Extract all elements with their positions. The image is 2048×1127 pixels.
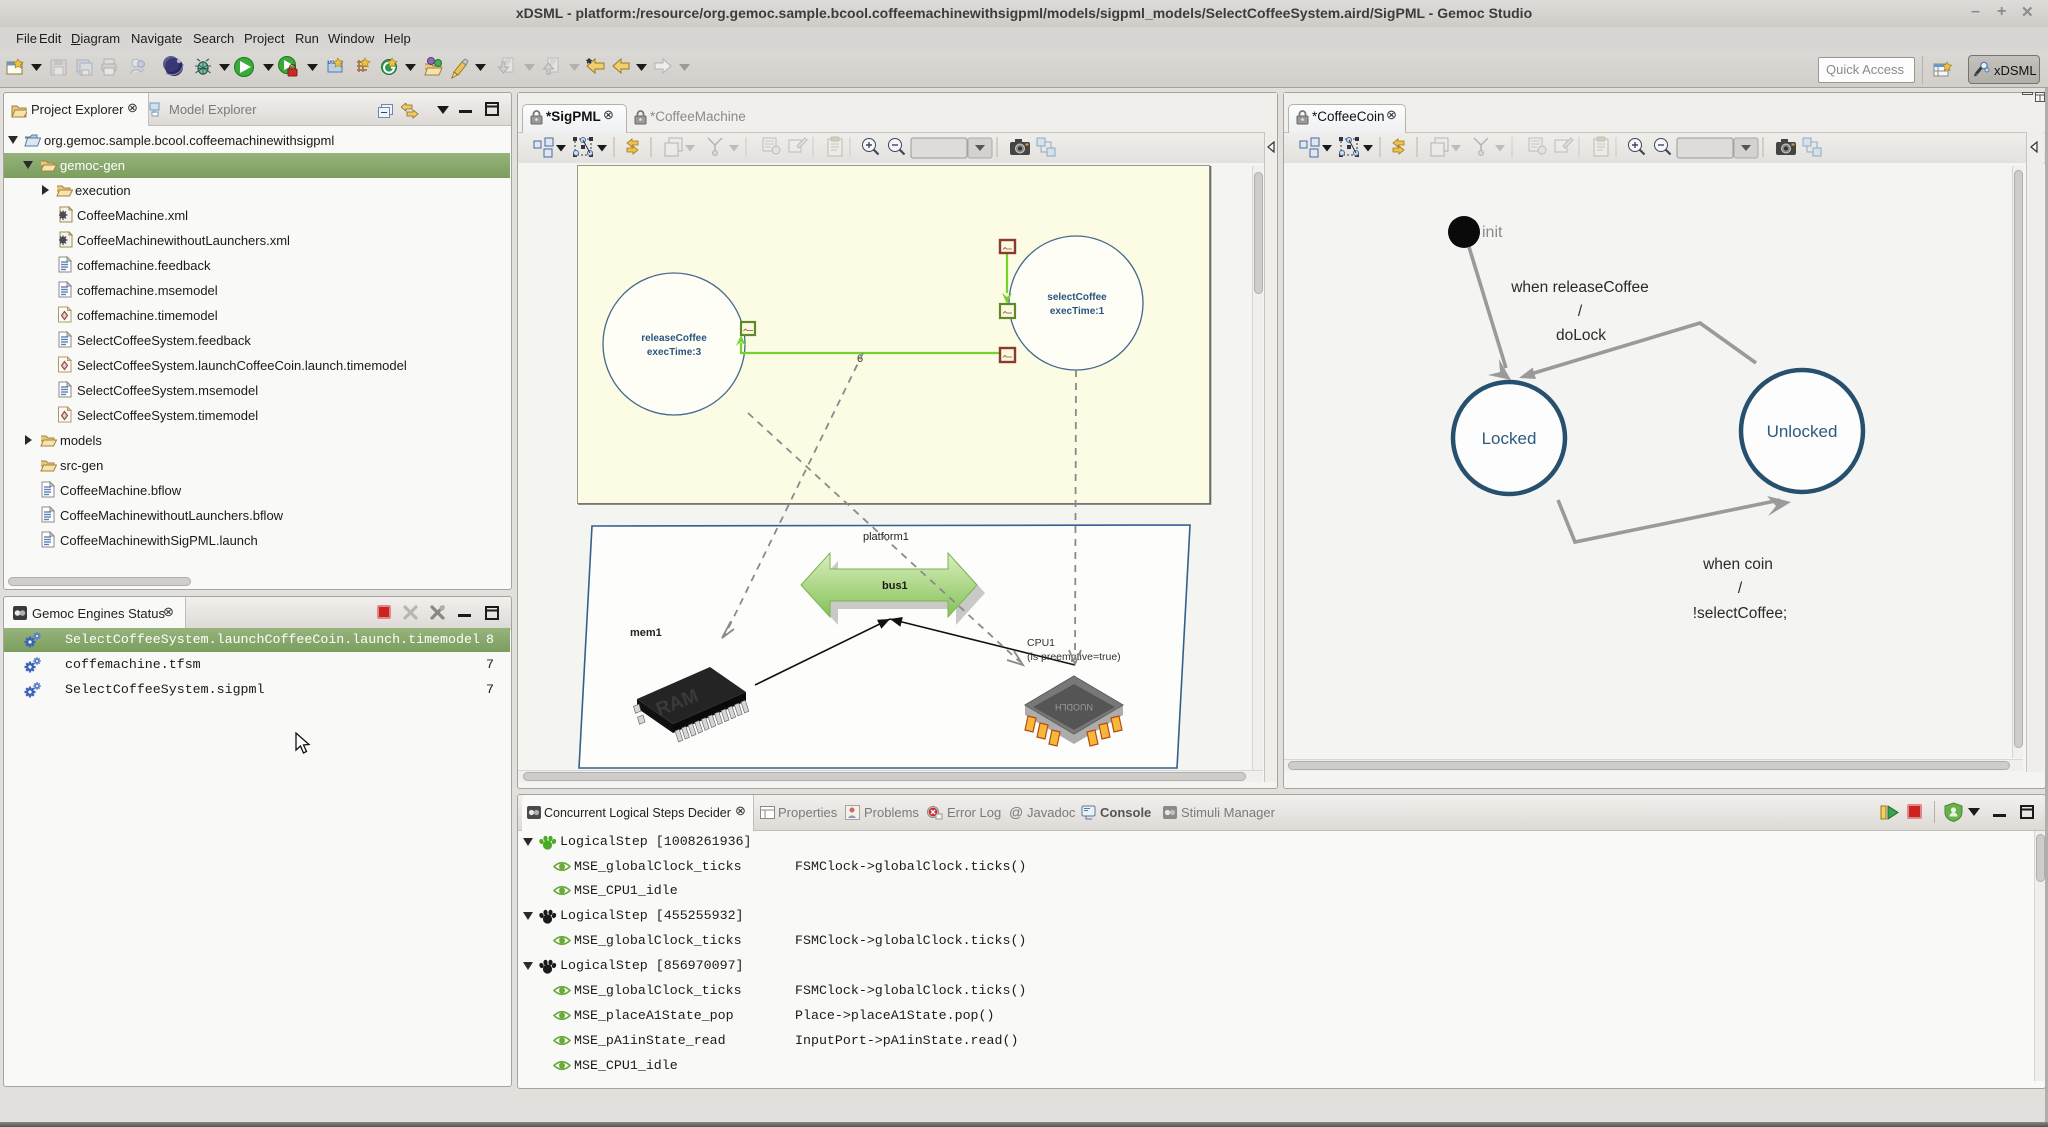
svg-text:mem1: mem1 bbox=[630, 627, 662, 639]
svg-text:doLock: doLock bbox=[1556, 327, 1606, 344]
svg-text:!selectCoffee;: !selectCoffee; bbox=[1693, 605, 1788, 622]
svg-text:init: init bbox=[1482, 224, 1503, 241]
svg-text:Unlocked: Unlocked bbox=[1767, 422, 1838, 441]
svg-text:when coin: when coin bbox=[1702, 556, 1773, 573]
svg-text:execTime:1: execTime:1 bbox=[1050, 306, 1105, 317]
svg-text:NUODLH: NUODLH bbox=[1055, 702, 1093, 712]
svg-text:execTime:3: execTime:3 bbox=[647, 347, 702, 358]
svg-text:releaseCoffee: releaseCoffee bbox=[641, 333, 707, 344]
svg-text:Locked: Locked bbox=[1482, 429, 1537, 448]
svg-text:when releaseCoffee: when releaseCoffee bbox=[1510, 279, 1649, 296]
svg-text:CPU1: CPU1 bbox=[1027, 637, 1055, 649]
svg-text:/: / bbox=[1738, 580, 1743, 597]
svg-text:/: / bbox=[1578, 303, 1583, 320]
svg-text:selectCoffee: selectCoffee bbox=[1047, 292, 1107, 303]
svg-text:bus1: bus1 bbox=[882, 580, 908, 592]
svg-text:platform1: platform1 bbox=[863, 531, 909, 543]
